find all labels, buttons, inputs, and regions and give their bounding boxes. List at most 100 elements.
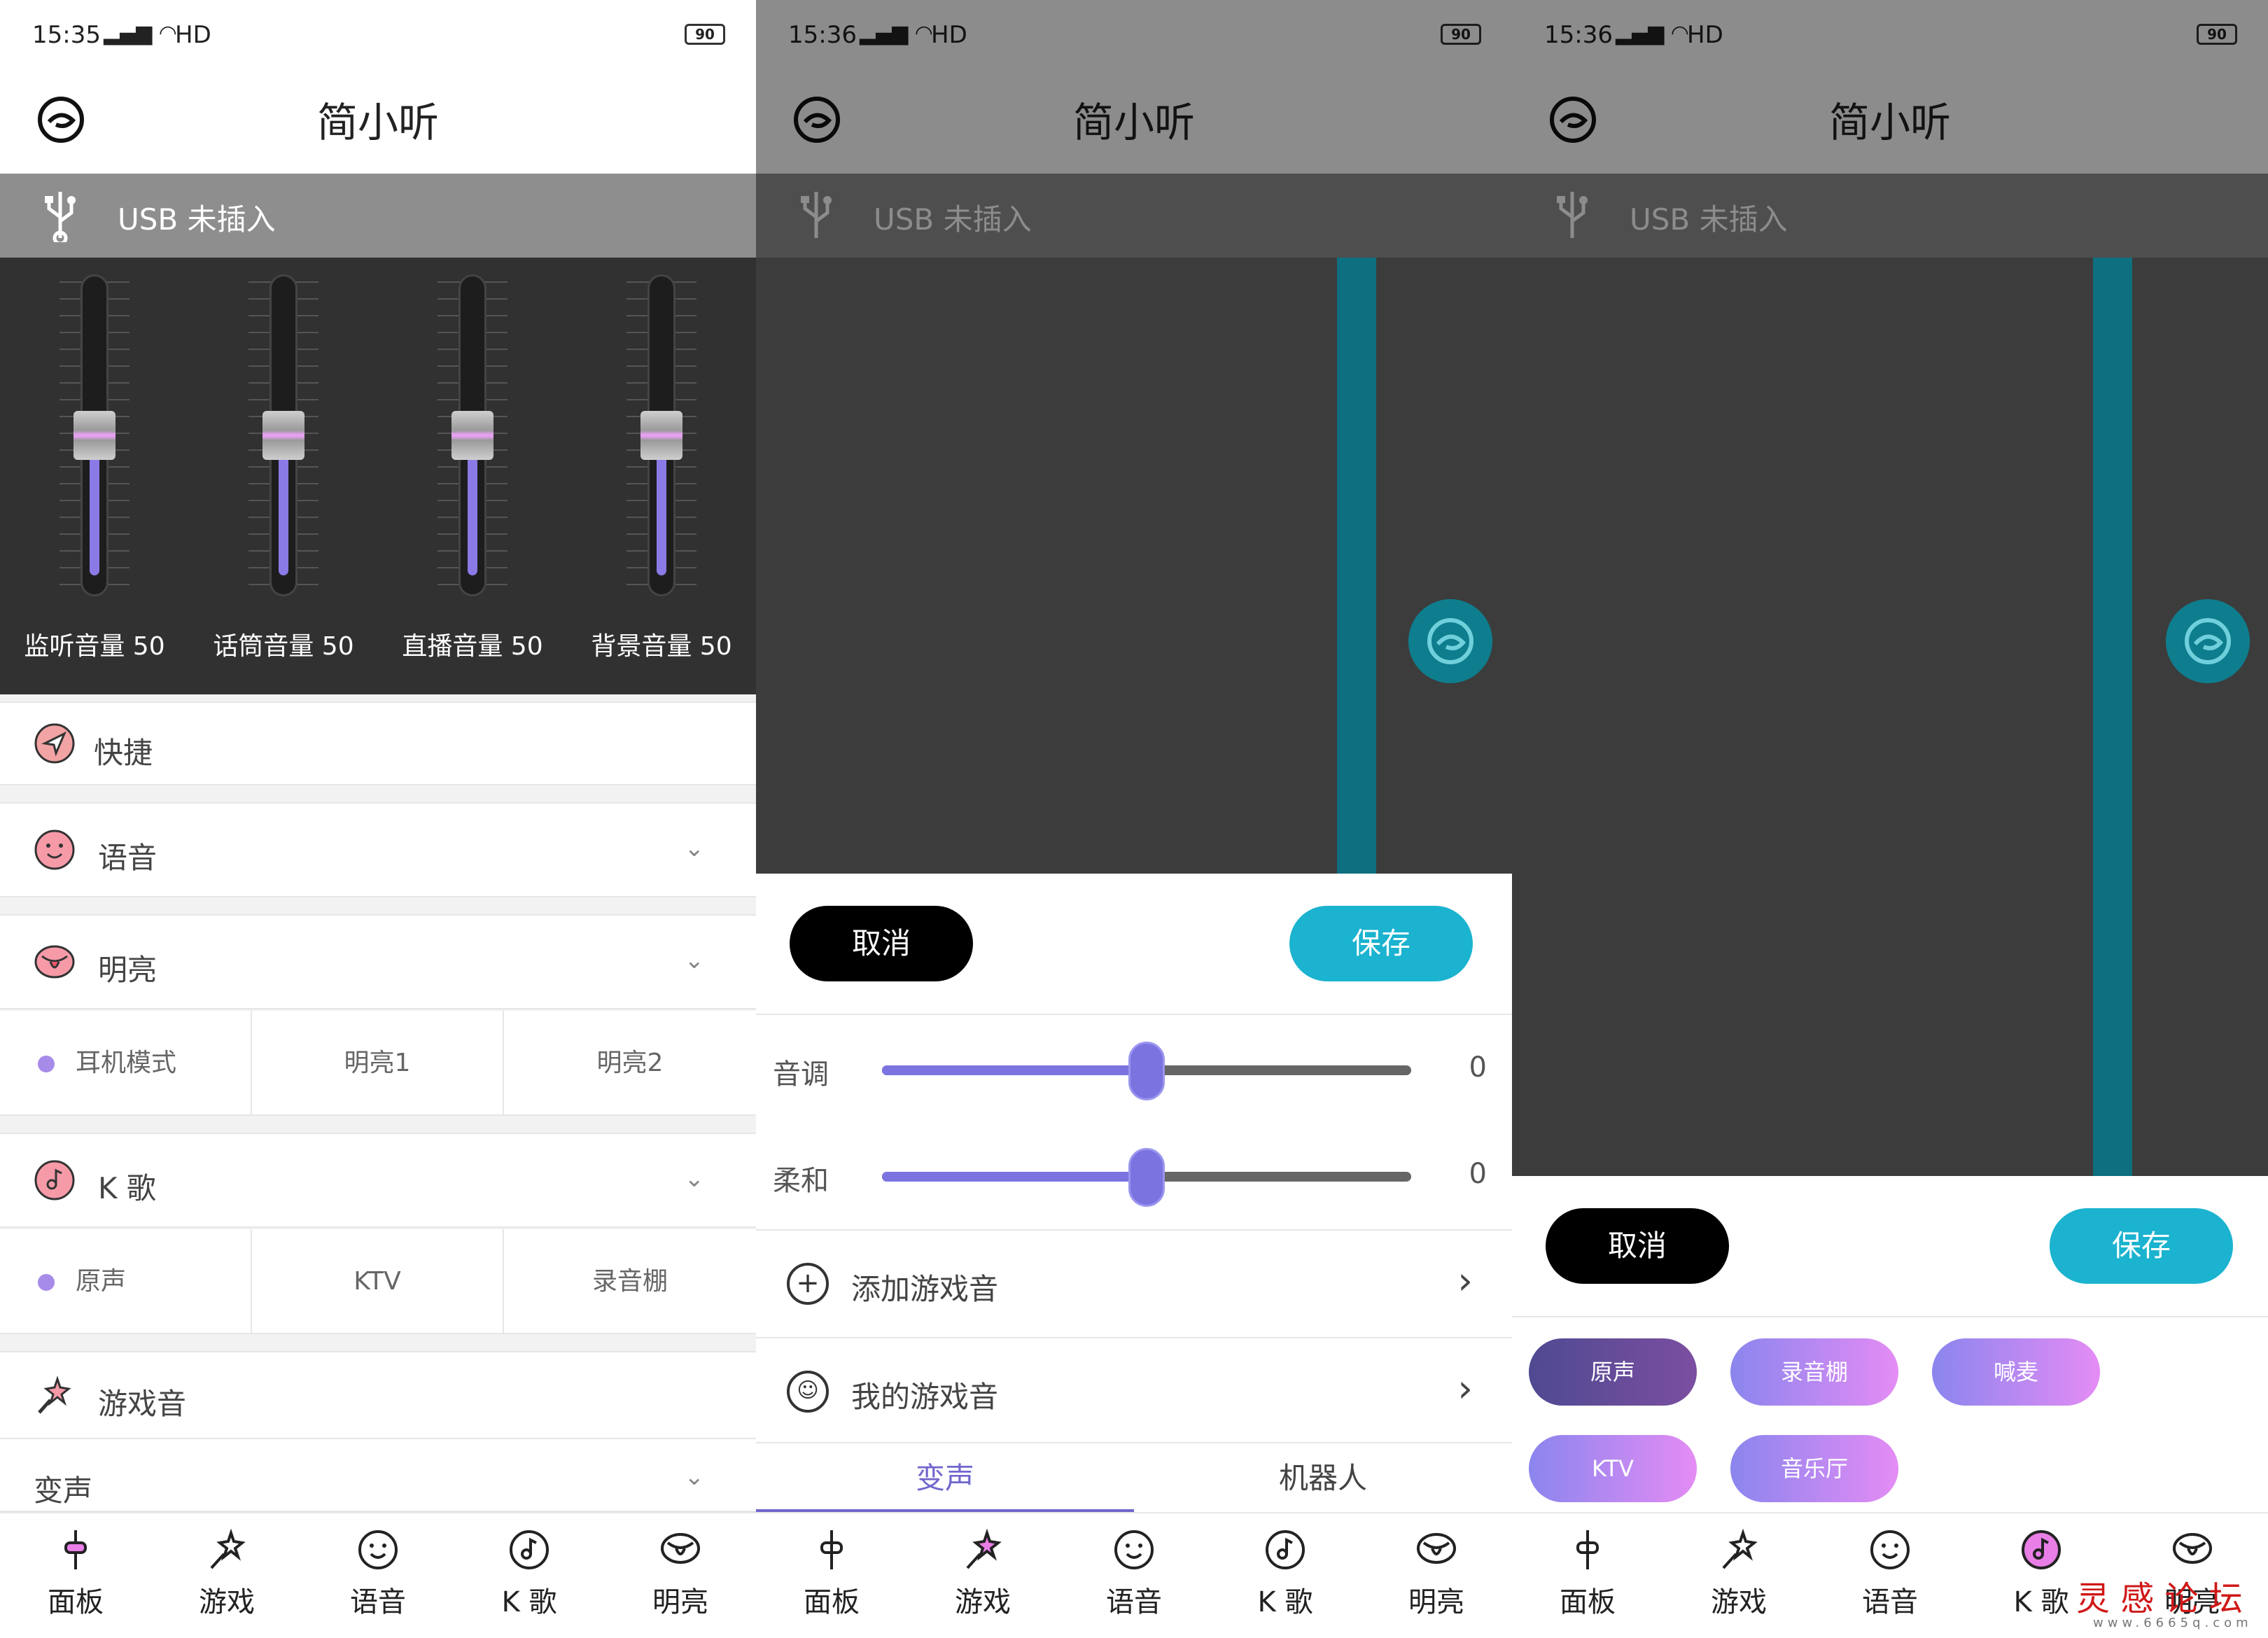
save-button[interactable]: 保存 <box>1289 906 1473 981</box>
effect-original[interactable]: 原声 <box>1529 1338 1697 1406</box>
user-circle-icon: ☺ <box>787 1371 829 1413</box>
section-bright[interactable]: 明亮 ⌄ <box>0 914 756 1009</box>
soft-label: 柔和 <box>773 1165 829 1197</box>
fader-icon <box>820 1530 843 1569</box>
section-karaoke[interactable]: K 歌 ⌄ <box>0 1133 756 1228</box>
music-disc-icon <box>34 1160 75 1200</box>
fader-live[interactable] <box>402 274 542 596</box>
nav-label: 语音 <box>1862 1586 1918 1618</box>
pitch-value: 0 <box>1469 1051 1487 1084</box>
add-game-sound-row[interactable]: + 添加游戏音 › <box>756 1229 1512 1334</box>
cancel-button[interactable]: 取消 <box>790 906 973 981</box>
chevron-down-icon[interactable]: ⌄ <box>685 1165 705 1193</box>
smiley-icon <box>358 1530 398 1569</box>
effect-shout-mic[interactable]: 喊麦 <box>1932 1338 2100 1406</box>
soft-value: 0 <box>1469 1158 1487 1190</box>
nav-bright[interactable]: 明亮 <box>605 1527 756 1620</box>
option-original[interactable]: 原声 <box>0 1229 252 1334</box>
nav-voice[interactable]: 语音 <box>1814 1527 1966 1620</box>
usb-status-bar: USB 未插入 <box>0 174 756 258</box>
nav-label: 语音 <box>1106 1586 1162 1618</box>
option-bright-2[interactable]: 明亮2 <box>504 1011 756 1116</box>
effect-concert-hall[interactable]: 音乐厅 <box>1730 1435 1898 1502</box>
nav-bright[interactable]: 明亮 <box>1361 1527 1512 1620</box>
section-quick-label: 快捷 <box>94 736 153 770</box>
effect-ktv[interactable]: KTV <box>1529 1435 1697 1502</box>
chevron-right-icon: › <box>1457 1259 1473 1303</box>
nav-karaoke[interactable]: K 歌 <box>1210 1527 1361 1620</box>
pitch-thumb[interactable] <box>1128 1042 1165 1100</box>
pitch-fill <box>882 1065 1147 1075</box>
magic-wand-icon <box>966 1528 1002 1569</box>
section-voice-change[interactable]: 变声 ⌄ <box>0 1439 756 1512</box>
nav-voice[interactable]: 语音 <box>302 1527 454 1620</box>
fader-icon <box>64 1530 87 1569</box>
effect-studio[interactable]: 录音棚 <box>1730 1338 1898 1406</box>
magic-wand-icon <box>38 1376 71 1414</box>
screen-panel: 15:35 ▂▄▆ ◠ HD 90 简小听 USB 未插入 监听音量 50 话筒… <box>0 0 756 1638</box>
modal-scrim[interactable] <box>1512 0 2268 1176</box>
section-game-sound[interactable]: 游戏音 <box>0 1351 756 1439</box>
fader-label-background: 背景音量 50 <box>591 632 732 661</box>
option-studio[interactable]: 录音棚 <box>504 1229 756 1334</box>
sheet-tabs: 变声 机器人 <box>756 1442 1512 1513</box>
music-disc-icon <box>510 1530 549 1569</box>
my-game-sound-label: 我的游戏音 <box>851 1380 999 1414</box>
section-voice-change-label: 变声 <box>34 1474 93 1508</box>
selected-dot <box>38 1274 55 1291</box>
chevron-down-icon[interactable]: ⌄ <box>685 946 705 974</box>
option-bright-1[interactable]: 明亮1 <box>252 1011 504 1116</box>
nav-game[interactable]: 游戏 <box>907 1527 1058 1620</box>
section-voice[interactable]: 语音 ⌄ <box>0 802 756 897</box>
fader-monitor[interactable] <box>24 274 164 596</box>
app-header: 简小听 <box>0 73 756 174</box>
option-headphone-mode[interactable]: 耳机模式 <box>0 1011 252 1116</box>
nav-label: 游戏 <box>1711 1586 1767 1618</box>
nav-panel[interactable]: 面板 <box>1512 1527 1663 1620</box>
side-handle <box>2093 258 2132 1176</box>
screen-game-sheet: 15:36 ▂▄▆ ◠ HD 90 简小听 USB 未插入 取消 保存 音调 0… <box>756 0 1512 1638</box>
fader-knob[interactable] <box>451 411 493 460</box>
send-icon <box>34 723 75 764</box>
my-game-sound-row[interactable]: ☺ 我的游戏音 › <box>756 1337 1512 1442</box>
signal-icon: ▂▄▆ ◠ <box>104 21 177 46</box>
tab-voice-change[interactable]: 变声 <box>756 1443 1134 1513</box>
chevron-down-icon[interactable]: ⌄ <box>685 1463 705 1491</box>
nav-karaoke[interactable]: K 歌 <box>454 1527 605 1620</box>
soft-thumb[interactable] <box>1128 1148 1165 1207</box>
status-bar: 15:35 ▂▄▆ ◠ HD 90 <box>0 0 756 73</box>
nav-panel[interactable]: 面板 <box>756 1527 907 1620</box>
usb-icon <box>45 192 76 242</box>
fader-knob[interactable] <box>262 411 304 460</box>
section-quick[interactable]: 快捷 <box>0 701 756 785</box>
nav-game[interactable]: 游戏 <box>151 1527 302 1620</box>
cancel-button[interactable]: 取消 <box>1546 1208 1729 1284</box>
pitch-slider-row: 音调 0 <box>756 1019 1512 1117</box>
plus-circle-icon: + <box>787 1263 829 1305</box>
status-time: 15:35 <box>32 21 101 49</box>
nav-panel[interactable]: 面板 <box>0 1527 151 1620</box>
tongue-face-icon <box>1417 1533 1456 1564</box>
save-button[interactable]: 保存 <box>2050 1208 2233 1284</box>
chevron-down-icon[interactable]: ⌄ <box>685 834 705 862</box>
tongue-face-icon <box>2173 1533 2212 1564</box>
fader-background[interactable] <box>592 274 732 596</box>
fader-knob[interactable] <box>74 411 115 460</box>
option-ktv[interactable]: KTV <box>252 1229 504 1334</box>
fader-knob[interactable] <box>640 411 682 460</box>
nav-label: 游戏 <box>955 1586 1011 1618</box>
floating-logo-button[interactable] <box>1408 599 1492 683</box>
smiley-icon <box>1114 1530 1154 1569</box>
modal-scrim[interactable] <box>756 0 1512 874</box>
nav-voice[interactable]: 语音 <box>1058 1527 1210 1620</box>
fader-label-monitor: 监听音量 50 <box>24 632 165 661</box>
bright-options: 耳机模式 明亮1 明亮2 <box>0 1011 756 1116</box>
fader-mic[interactable] <box>214 274 354 596</box>
karaoke-options: 原声 KTV 录音棚 <box>0 1229 756 1334</box>
tongue-face-icon <box>34 945 75 979</box>
nav-game[interactable]: 游戏 <box>1663 1527 1814 1620</box>
option-label: 原声 <box>76 1267 127 1296</box>
nav-label: 语音 <box>350 1586 406 1618</box>
tab-robot[interactable]: 机器人 <box>1134 1443 1512 1513</box>
floating-logo-button[interactable] <box>2166 599 2250 683</box>
